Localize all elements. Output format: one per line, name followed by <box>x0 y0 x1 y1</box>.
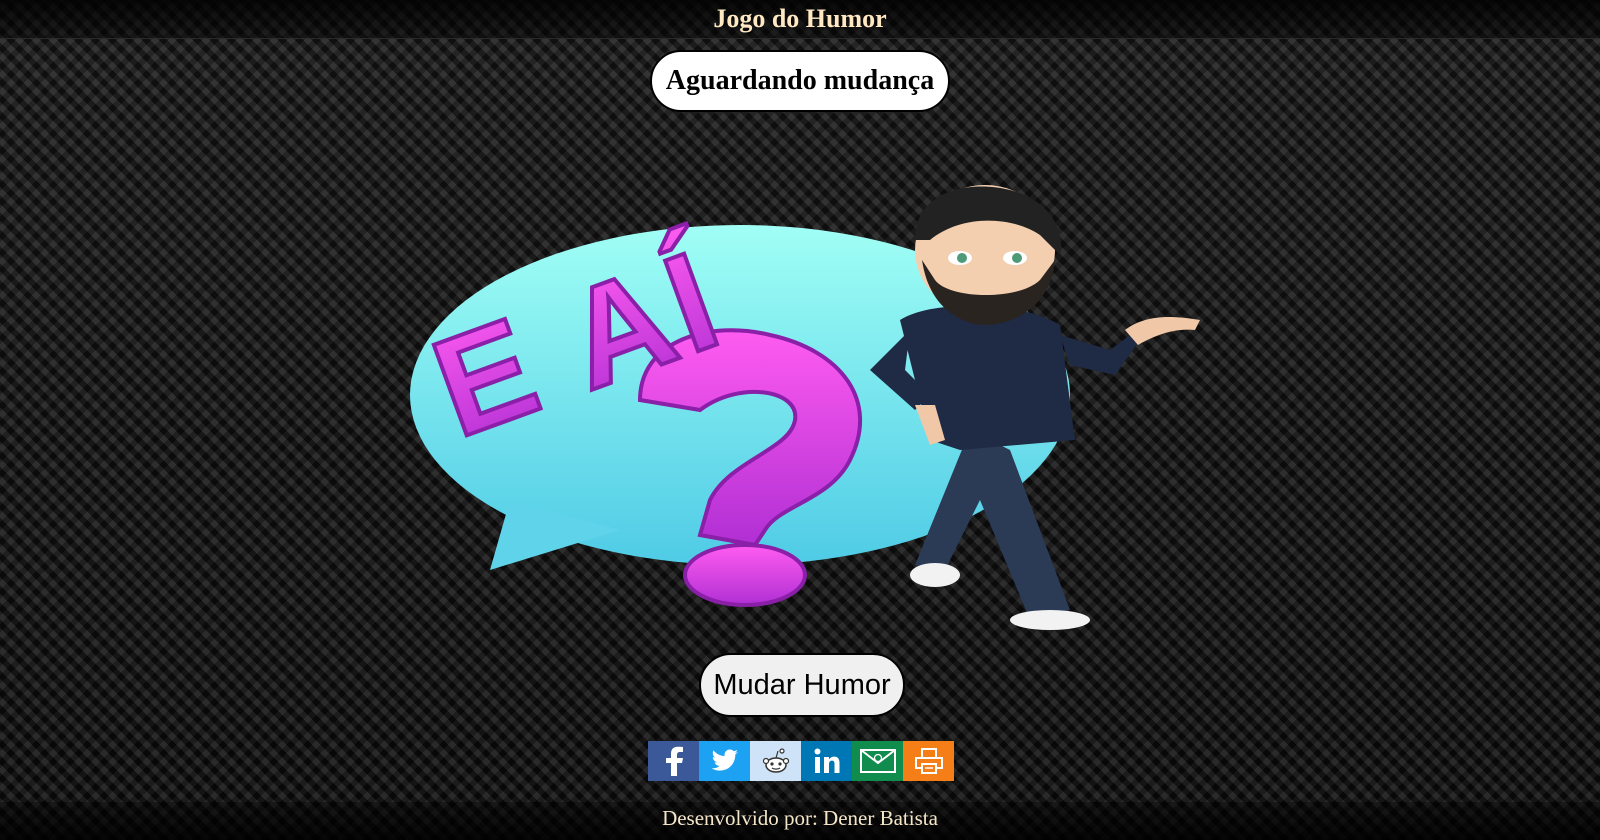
share-bar <box>648 741 954 781</box>
share-email-button[interactable] <box>852 741 903 781</box>
linkedin-icon <box>814 748 839 773</box>
footer-credit: Desenvolvido por: Dener Batista <box>662 806 938 830</box>
share-linkedin-button[interactable] <box>801 741 852 781</box>
share-facebook-button[interactable] <box>648 741 699 781</box>
share-reddit-button[interactable] <box>750 741 801 781</box>
twitter-icon <box>711 749 738 771</box>
reddit-icon <box>762 748 789 773</box>
mood-image: E AÍ <box>410 185 1200 630</box>
page-title: Jogo do Humor <box>713 4 887 33</box>
mood-status-display: Aguardando mudança <box>650 50 950 112</box>
change-mood-button[interactable]: Mudar Humor <box>699 653 905 717</box>
email-icon <box>859 749 896 773</box>
avatar-character <box>870 185 1200 630</box>
print-icon <box>914 748 943 774</box>
facebook-icon <box>665 746 683 776</box>
share-print-button[interactable] <box>903 741 954 781</box>
share-twitter-button[interactable] <box>699 741 750 781</box>
